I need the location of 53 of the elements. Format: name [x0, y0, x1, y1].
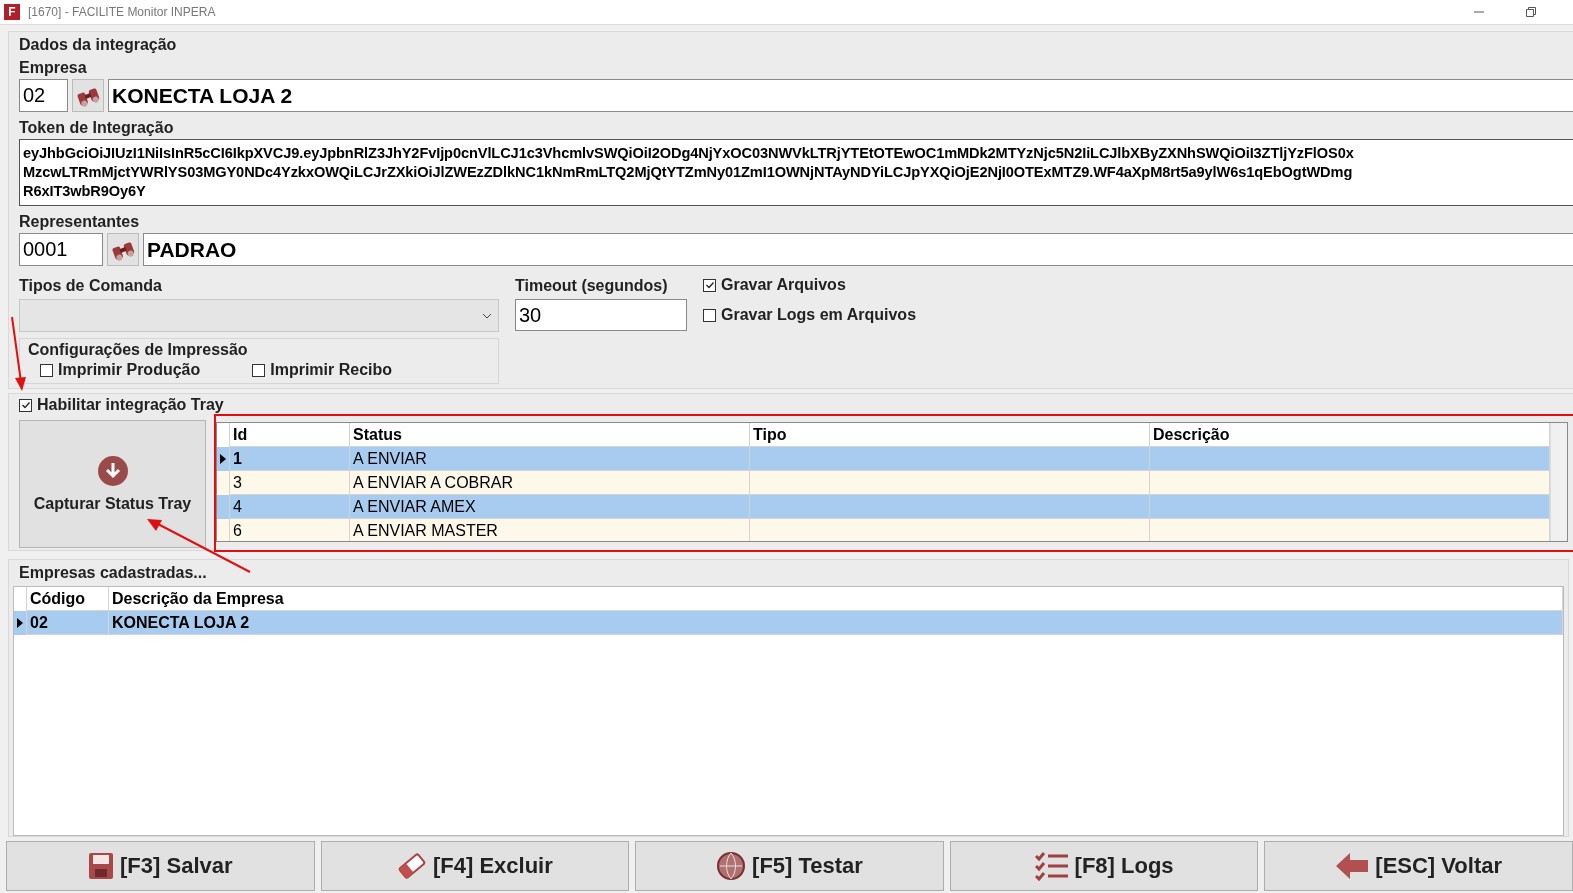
- field-label: Token de Integração: [19, 118, 174, 138]
- chevron-down-icon: [482, 312, 492, 319]
- name-field[interactable]: PADRAO: [143, 233, 1573, 266]
- table-cell: A ENVIAR: [353, 449, 427, 468]
- table-cell: 6: [233, 521, 242, 540]
- app-icon: F: [4, 4, 20, 20]
- search-button[interactable]: [107, 233, 139, 266]
- check-icon: [704, 280, 715, 290]
- window-title: [1670] - FACILITE Monitor INPERA: [28, 5, 216, 19]
- table-cell: A ENVIAR MASTER: [353, 521, 498, 540]
- table-row[interactable]: 1 A ENVIAR: [217, 447, 1550, 471]
- table-cell: 1: [233, 449, 242, 468]
- table-row[interactable]: 4 A ENVIAR AMEX: [217, 495, 1550, 519]
- group-title: Empresas cadastradas...: [19, 563, 207, 583]
- field-label: Representantes: [19, 212, 140, 232]
- restore-icon[interactable]: [1525, 6, 1537, 18]
- token-field[interactable]: eyJhbGciOiJIUzI1NiIsInR5cCI6IkpXVCJ9.eyJpbnRlZ3JhY2FvIjp0cnVlLCJ1c3VhcmlvSWQiOiI2ODg4NjYxOC03NWVkLTRjYTEtOTEwOC1mMDk2MTYzNjc5N2IiLCJlbXByZXNhSWQiOiI3ZTljYzFlOS0x MzcwLTRmMjctYWRlYS03MGY0NDc4YzkxOWQiLCJrZXkiOiJlZWEzZDlkNC1kNmRmLTQ2MjQtYTZmNy01ZmI1OWNjNTAyNDYiLCJpYXQiOjE2NjI0OTExMTZ9.WF4aXpM8rt5a9ylW6s1qEbOgtWDmg R6xIT3wbR9Oy6Y: [19, 139, 1573, 206]
- search-button[interactable]: [72, 79, 104, 112]
- scrollbar[interactable]: [1550, 423, 1567, 541]
- test-button[interactable]: [F5] Testar: [635, 841, 944, 891]
- globe-icon: [716, 851, 747, 881]
- capture-button[interactable]: Capturar Status Tray: [19, 420, 206, 548]
- field-label: Empresa: [19, 58, 87, 78]
- back-button[interactable]: [ESC] Voltar: [1264, 841, 1573, 891]
- code-field[interactable]: 0001: [19, 233, 103, 266]
- checkbox[interactable]: Imprimir Recibo: [252, 361, 393, 379]
- table-row[interactable]: 02 KONECTA LOJA 2: [14, 611, 1563, 635]
- table-cell: 4: [233, 497, 242, 516]
- name-field[interactable]: KONECTA LOJA 2: [108, 79, 1573, 112]
- check-icon: [20, 400, 31, 410]
- group-title: Configurações de Impressão: [28, 340, 248, 360]
- checkbox[interactable]: Gravar Logs em Arquivos: [703, 306, 917, 324]
- table-cell: A ENVIAR A COBRAR: [353, 473, 514, 492]
- left-arrow-icon: [1335, 852, 1370, 880]
- checkbox[interactable]: Gravar Arquivos: [703, 276, 917, 294]
- checklist-icon: [1034, 851, 1069, 881]
- timeout-field[interactable]: 30: [515, 299, 687, 331]
- code-field[interactable]: 02: [19, 79, 68, 112]
- download-icon: [96, 455, 129, 487]
- table-row[interactable]: 3 A ENVIAR A COBRAR: [217, 471, 1550, 495]
- table-cell: 02: [30, 613, 48, 632]
- logs-button[interactable]: [F8] Logs: [949, 841, 1259, 891]
- delete-button[interactable]: [F4] Excluir: [320, 841, 630, 891]
- checkbox[interactable]: Imprimir Produção: [40, 361, 201, 379]
- table-cell: 3: [233, 473, 242, 492]
- table-cell: A ENVIAR AMEX: [353, 497, 476, 516]
- field-label: Timeout (segundos): [515, 276, 668, 296]
- table-cell: KONECTA LOJA 2: [112, 613, 250, 632]
- group-title: Dados da integração: [19, 35, 177, 55]
- field-label: Tipos de Comanda: [19, 276, 162, 296]
- save-button[interactable]: [F3] Salvar: [6, 841, 315, 891]
- table-row[interactable]: 6 A ENVIAR MASTER: [217, 519, 1550, 541]
- checkbox[interactable]: Habilitar integração Tray: [19, 396, 1573, 414]
